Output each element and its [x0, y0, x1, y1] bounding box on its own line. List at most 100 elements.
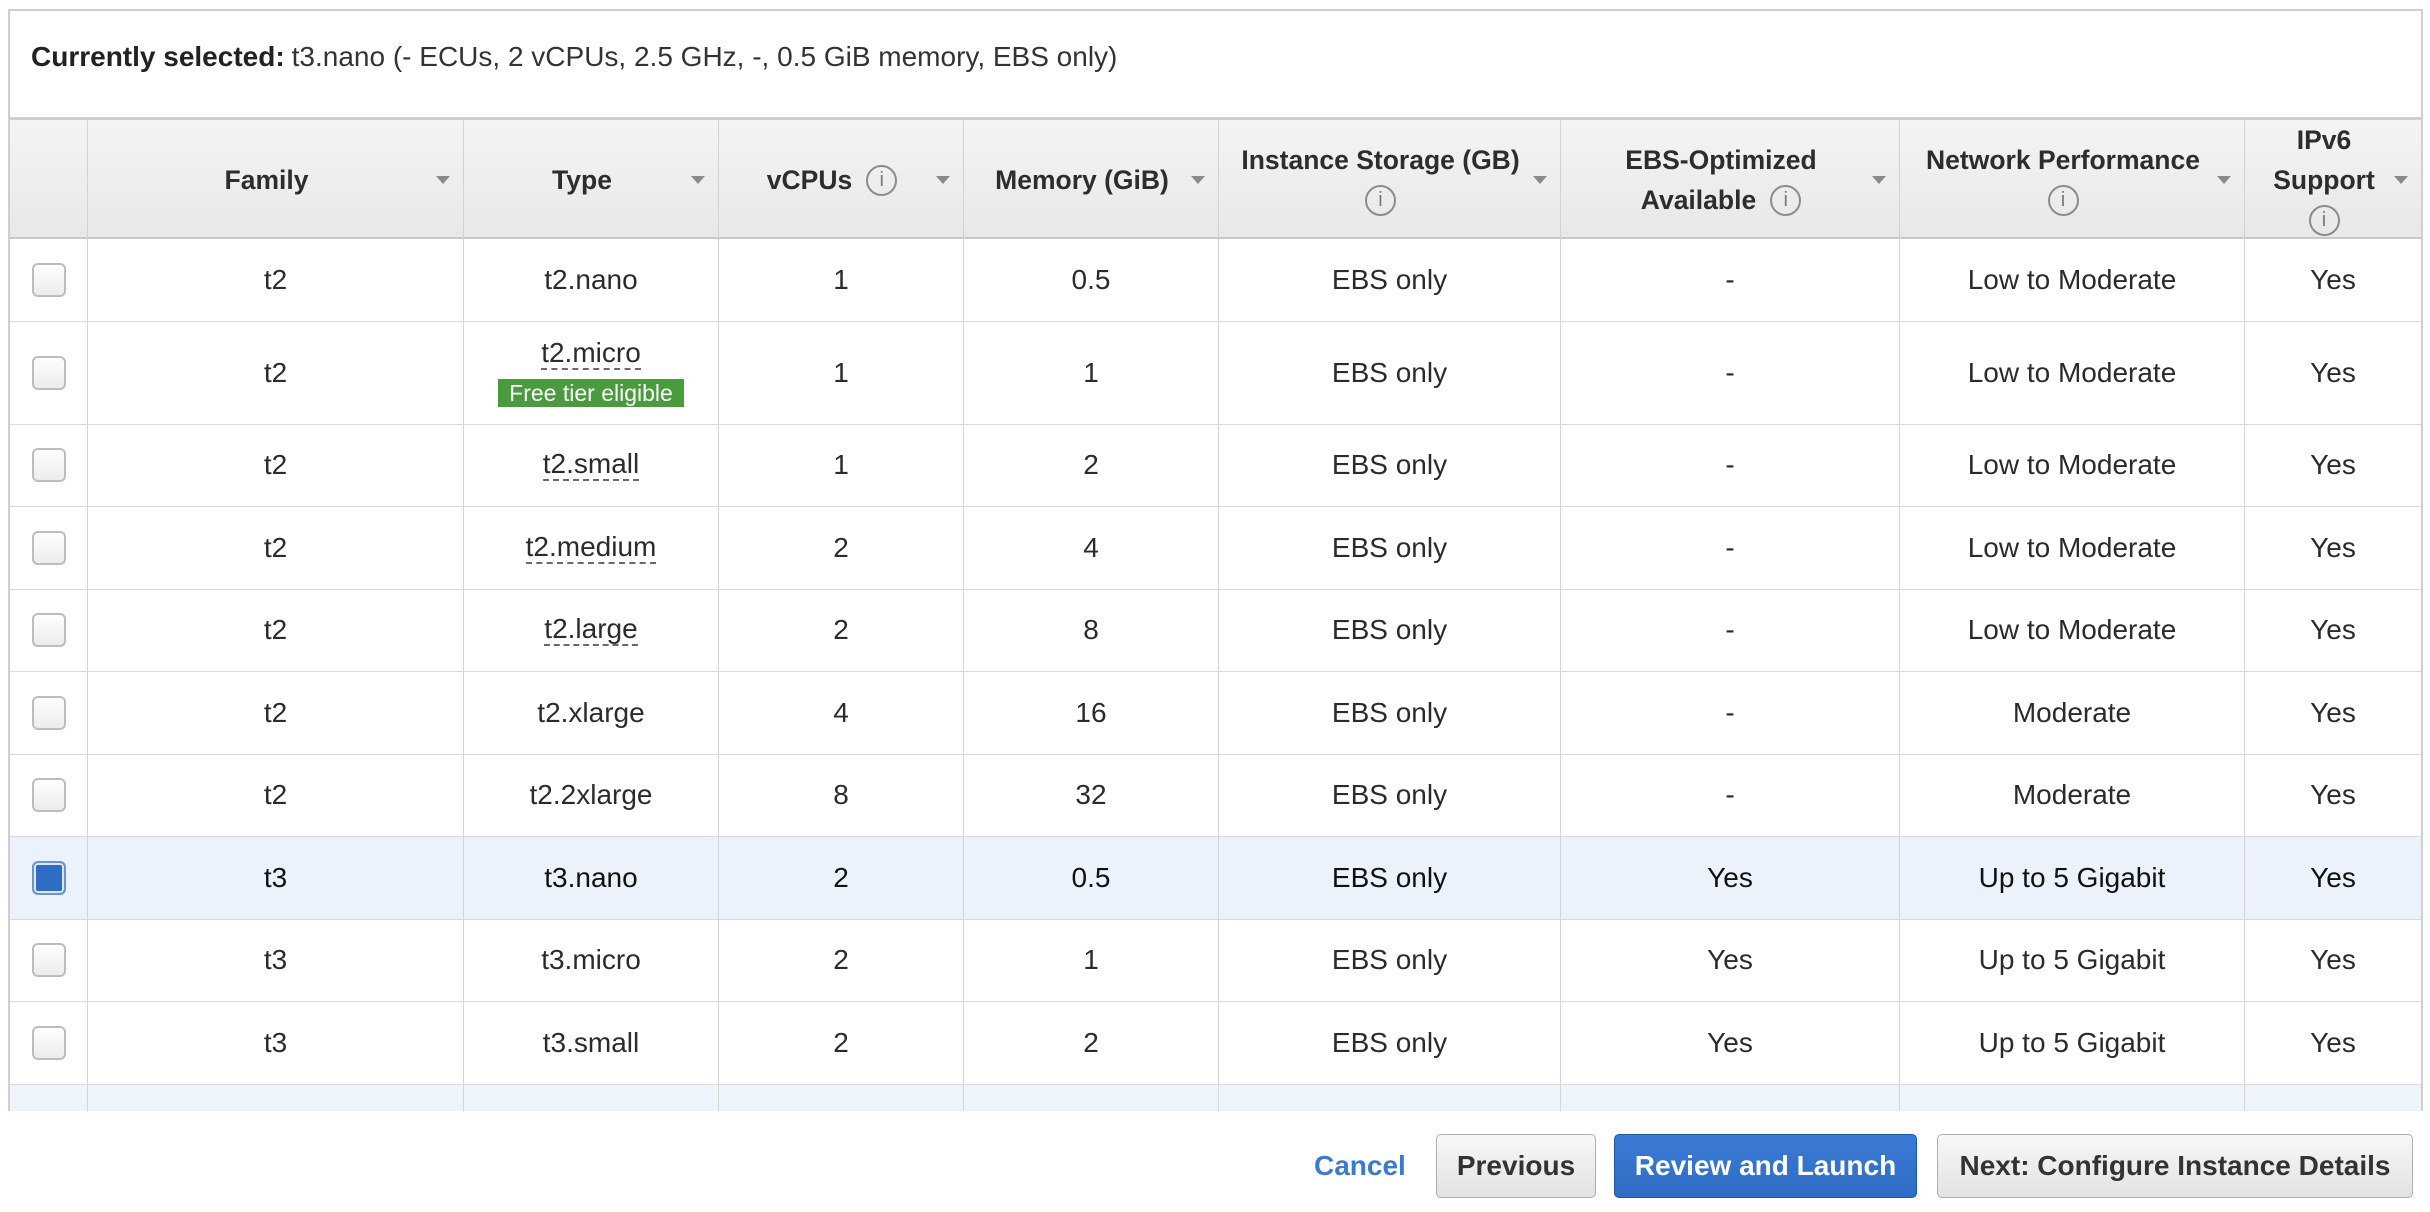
ipv6-support-cell: Yes [2310, 861, 2356, 893]
instance-type-tooltip-trigger[interactable]: t2.medium [525, 531, 657, 564]
table-row[interactable]: t2 t2.2xlarge 8 32 EBS only - Moderate Y… [10, 754, 2421, 837]
select-cell[interactable] [10, 589, 88, 671]
row-checkbox[interactable] [31, 695, 66, 730]
column-header-vcpus[interactable]: vCPUs [719, 120, 964, 240]
table-row[interactable]: t2 t2.micro Free tier eligible 1 1 EBS o… [10, 321, 2421, 425]
table-row[interactable]: t2 t2.large 2 8 EBS only - Low to Modera… [10, 589, 2421, 672]
table-cell [964, 1084, 1219, 1111]
select-cell[interactable] [10, 424, 88, 506]
type-cell: t2.small [464, 424, 719, 506]
info-icon[interactable] [2308, 204, 2340, 236]
review-and-launch-button[interactable]: Review and Launch [1614, 1134, 1917, 1198]
ipv6-support-cell: Yes [2310, 531, 2356, 563]
ebs-optimized-cell: - [1561, 239, 1900, 321]
column-header-ebs-optimized[interactable]: EBS-Optimized Available [1561, 120, 1900, 240]
table-row[interactable]: t3 t3.micro 2 1 EBS only Yes Up to 5 Gig… [10, 919, 2421, 1002]
instance-storage-cell: EBS only [1219, 507, 1561, 589]
select-cell[interactable] [10, 321, 88, 424]
select-cell[interactable] [10, 672, 88, 754]
row-checkbox[interactable] [31, 1025, 66, 1060]
table-row[interactable]: t2 t2.small 1 2 EBS only - Low to Modera… [10, 424, 2421, 507]
select-cell[interactable] [10, 919, 88, 1001]
previous-button[interactable]: Previous [1436, 1134, 1596, 1198]
network-performance-cell: Moderate [1900, 754, 2245, 836]
cancel-link[interactable]: Cancel [1314, 1134, 1406, 1198]
table-row[interactable]: t3 t3.nano 2 0.5 EBS only Yes Up to 5 Gi… [10, 837, 2421, 920]
row-checkbox[interactable] [31, 778, 66, 813]
row-checkbox[interactable] [31, 943, 66, 978]
instance-storage-cell: EBS only [1219, 589, 1561, 671]
type-cell: t3.micro [464, 919, 719, 1001]
table-row[interactable]: t2 t2.nano 1 0.5 EBS only - Low to Moder… [10, 239, 2421, 322]
row-checkbox[interactable] [31, 448, 66, 483]
type-cell: t2.2xlarge [464, 754, 719, 836]
sort-caret-down-icon[interactable] [936, 176, 950, 184]
instance-type-tooltip-trigger[interactable]: t2.small [542, 449, 640, 482]
select-cell[interactable] [10, 1084, 88, 1111]
instance-storage-cell: EBS only [1219, 919, 1561, 1001]
column-header-label: EBS-Optimized [1625, 145, 1817, 175]
ipv6-support-cell: Yes [2310, 779, 2356, 811]
memory-cell: 1 [964, 919, 1219, 1001]
sort-caret-down-icon[interactable] [1191, 176, 1205, 184]
family-cell: t3 [88, 837, 464, 919]
family-cell: t2 [88, 424, 464, 506]
info-icon[interactable] [2047, 184, 2079, 216]
column-header-type[interactable]: Type [464, 120, 719, 240]
select-cell[interactable] [10, 507, 88, 589]
family-cell: t2 [88, 507, 464, 589]
select-cell[interactable] [10, 239, 88, 321]
info-icon[interactable] [1365, 184, 1396, 216]
table-cell [88, 1084, 464, 1111]
ipv6-support-cell: Yes [2310, 614, 2356, 646]
type-cell: t2.nano [464, 239, 719, 321]
column-header-label: vCPUs [766, 165, 853, 195]
table-cell [1561, 1084, 1900, 1111]
vcpus-cell: 2 [719, 837, 964, 919]
table-header: Family Type vCPUs Memory (GiB) Instance … [10, 117, 2421, 240]
instance-type-tooltip-trigger[interactable]: t2.micro [541, 338, 641, 370]
network-performance-cell: Low to Moderate [1900, 321, 2245, 424]
info-icon[interactable] [866, 164, 898, 196]
sort-caret-down-icon[interactable] [691, 176, 705, 184]
column-header-memory[interactable]: Memory (GiB) [964, 120, 1219, 240]
row-checkbox[interactable] [31, 613, 66, 648]
table-row[interactable]: t2 t2.xlarge 4 16 EBS only - Moderate Ye… [10, 672, 2421, 755]
sort-caret-down-icon[interactable] [1872, 176, 1886, 184]
sort-caret-down-icon[interactable] [2394, 176, 2408, 184]
sort-caret-down-icon[interactable] [2217, 176, 2231, 184]
column-header-family[interactable]: Family [88, 120, 464, 240]
table-row[interactable]: t3 t3.small 2 2 EBS only Yes Up to 5 Gig… [10, 1002, 2421, 1085]
type-cell: t2.micro Free tier eligible [464, 321, 719, 424]
select-cell[interactable] [10, 1002, 88, 1084]
column-header-instance-storage[interactable]: Instance Storage (GB) [1219, 120, 1561, 240]
column-header-label: Type [552, 165, 612, 195]
row-checkbox[interactable] [31, 262, 66, 297]
column-header-label: Instance Storage (GB) [1241, 145, 1520, 175]
family-cell: t3 [88, 919, 464, 1001]
table-row[interactable]: t2 t2.medium 2 4 EBS only - Low to Moder… [10, 507, 2421, 590]
select-cell[interactable] [10, 754, 88, 836]
row-checkbox[interactable] [31, 530, 66, 565]
column-header-ipv6-support[interactable]: IPv6 Support [2245, 120, 2421, 240]
instance-type-label: t2.nano [544, 263, 638, 295]
column-header-label: Available [1640, 185, 1757, 215]
vcpus-cell: 1 [719, 239, 964, 321]
instance-type-tooltip-trigger[interactable]: t2.large [544, 614, 638, 647]
info-icon[interactable] [1770, 184, 1802, 216]
table-row-partial[interactable] [10, 1084, 2421, 1111]
vcpus-cell: 4 [719, 672, 964, 754]
row-checkbox[interactable] [31, 860, 66, 895]
column-header-network-performance[interactable]: Network Performance [1900, 120, 2245, 240]
sort-caret-down-icon[interactable] [1533, 176, 1547, 184]
ipv6-support-cell: Yes [2310, 944, 2356, 976]
next-configure-instance-details-button[interactable]: Next: Configure Instance Details [1937, 1134, 2413, 1198]
instance-storage-cell: EBS only [1219, 321, 1561, 424]
column-header-label: Family [224, 165, 309, 195]
row-checkbox[interactable] [31, 355, 66, 390]
network-performance-cell: Low to Moderate [1900, 239, 2245, 321]
table-cell [1219, 1084, 1561, 1111]
type-cell: t3.nano [464, 837, 719, 919]
sort-caret-down-icon[interactable] [436, 176, 450, 184]
select-cell[interactable] [10, 837, 88, 919]
